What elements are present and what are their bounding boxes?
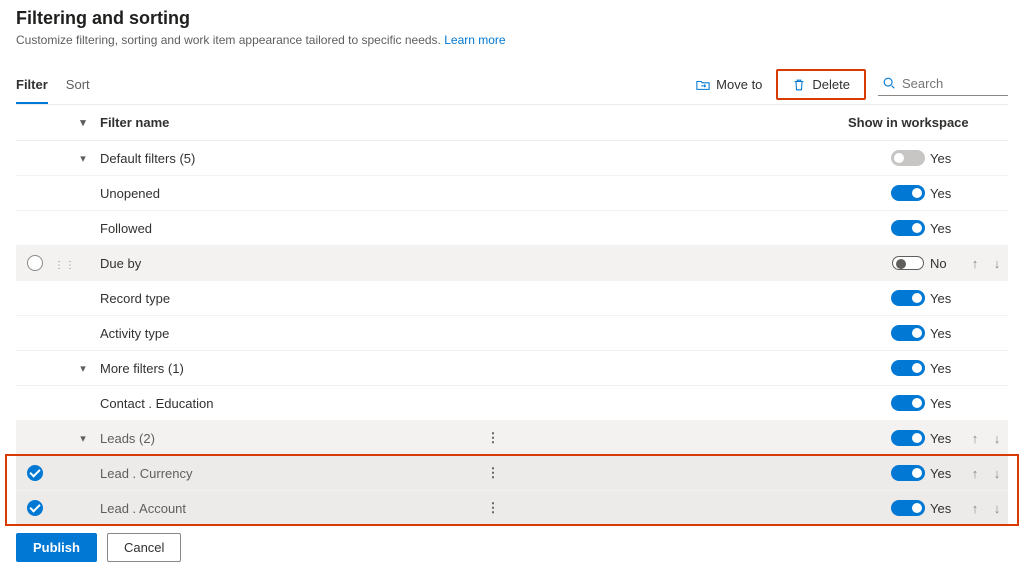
- col-filter-name[interactable]: Filter name: [96, 115, 460, 130]
- arrow-down-icon[interactable]: ↓: [994, 256, 1001, 271]
- delete-label: Delete: [812, 77, 850, 92]
- toggle-activity-type[interactable]: [891, 325, 925, 341]
- row-label: Lead . Currency: [100, 466, 193, 481]
- toggle-value: Yes: [930, 221, 964, 236]
- more-menu-icon[interactable]: ⋮: [487, 465, 500, 481]
- chevron-down-icon[interactable]: ▾: [80, 152, 86, 165]
- drag-handle-icon[interactable]: ⋮⋮: [54, 260, 76, 271]
- col-show-in-workspace[interactable]: Show in workspace: [848, 115, 1008, 130]
- row-unopened[interactable]: Unopened Yes: [16, 176, 1008, 211]
- row-label: Lead . Account: [100, 501, 186, 516]
- toggle-more-filters[interactable]: [891, 360, 925, 376]
- toggle-value: Yes: [930, 326, 964, 341]
- row-lead-account[interactable]: Lead . Account ⋮ Yes ↑ ↓: [16, 491, 1008, 526]
- toggle-value: Yes: [930, 396, 964, 411]
- cancel-button[interactable]: Cancel: [107, 533, 181, 562]
- row-followed[interactable]: Followed Yes: [16, 211, 1008, 246]
- row-default-filters[interactable]: ▾ Default filters (5) Yes: [16, 141, 1008, 176]
- footer-actions: Publish Cancel: [16, 533, 181, 562]
- delete-highlight-box: Delete: [776, 69, 866, 100]
- row-checkbox[interactable]: [27, 465, 43, 481]
- search-box[interactable]: [878, 74, 1008, 96]
- chevron-down-icon[interactable]: ▾: [80, 432, 86, 445]
- arrow-down-icon[interactable]: ↓: [994, 501, 1001, 516]
- row-leads[interactable]: ▾ Leads (2) ⋮ Yes ↑ ↓: [16, 421, 1008, 456]
- arrow-up-icon[interactable]: ↑: [972, 466, 979, 481]
- toggle-record-type[interactable]: [891, 290, 925, 306]
- arrow-up-icon[interactable]: ↑: [972, 431, 979, 446]
- toggle-lead-account[interactable]: [891, 500, 925, 516]
- toggle-unopened[interactable]: [891, 185, 925, 201]
- more-menu-icon[interactable]: ⋮: [487, 500, 500, 516]
- toggle-value: Yes: [930, 361, 964, 376]
- toggle-value: Yes: [930, 186, 964, 201]
- move-to-label: Move to: [716, 77, 762, 92]
- page-description: Customize filtering, sorting and work it…: [16, 33, 1008, 47]
- toggle-value: Yes: [930, 151, 964, 166]
- toggle-contact-education[interactable]: [891, 395, 925, 411]
- delete-button[interactable]: Delete: [784, 73, 858, 96]
- row-contact-education[interactable]: Contact . Education Yes: [16, 386, 1008, 421]
- trash-icon: [792, 78, 806, 92]
- toggle-value: Yes: [930, 501, 964, 516]
- chevron-down-icon[interactable]: ▾: [80, 116, 86, 129]
- arrow-up-icon[interactable]: ↑: [972, 256, 979, 271]
- row-lead-currency[interactable]: Lead . Currency ⋮ Yes ↑ ↓: [16, 456, 1008, 491]
- tab-sort[interactable]: Sort: [66, 71, 90, 104]
- page-desc-text: Customize filtering, sorting and work it…: [16, 33, 441, 47]
- row-due-by[interactable]: ⋮⋮ Due by No ↑ ↓: [16, 246, 1008, 281]
- row-checkbox[interactable]: [27, 500, 43, 516]
- toggle-due-by[interactable]: [892, 256, 924, 270]
- toggle-value: Yes: [930, 431, 964, 446]
- grid-header: ▾ Filter name Show in workspace: [16, 105, 1008, 141]
- toggle-value: Yes: [930, 291, 964, 306]
- folder-move-icon: [696, 78, 710, 92]
- row-label: Default filters (5): [100, 151, 195, 166]
- arrow-down-icon[interactable]: ↓: [994, 431, 1001, 446]
- row-label: Leads (2): [100, 431, 155, 446]
- page-title: Filtering and sorting: [16, 8, 1008, 29]
- toggle-followed[interactable]: [891, 220, 925, 236]
- row-label: Due by: [100, 256, 141, 271]
- row-label: More filters (1): [100, 361, 184, 376]
- toggle-value: Yes: [930, 466, 964, 481]
- row-label: Contact . Education: [100, 396, 213, 411]
- learn-more-link[interactable]: Learn more: [444, 33, 505, 47]
- search-icon: [882, 76, 896, 90]
- tab-filter[interactable]: Filter: [16, 71, 48, 104]
- row-label: Record type: [100, 291, 170, 306]
- arrow-down-icon[interactable]: ↓: [994, 466, 1001, 481]
- row-label: Followed: [100, 221, 152, 236]
- toggle-lead-currency[interactable]: [891, 465, 925, 481]
- row-record-type[interactable]: Record type Yes: [16, 281, 1008, 316]
- chevron-down-icon[interactable]: ▾: [80, 362, 86, 375]
- toggle-value: No: [930, 256, 964, 271]
- row-checkbox[interactable]: [27, 255, 43, 271]
- row-more-filters[interactable]: ▾ More filters (1) Yes: [16, 351, 1008, 386]
- publish-button[interactable]: Publish: [16, 533, 97, 562]
- more-menu-icon[interactable]: ⋮: [487, 430, 500, 446]
- tabs: Filter Sort: [16, 71, 90, 104]
- search-input[interactable]: [902, 76, 1004, 91]
- row-label: Activity type: [100, 326, 169, 341]
- row-activity-type[interactable]: Activity type Yes: [16, 316, 1008, 351]
- toggle-default-filters: [891, 150, 925, 166]
- arrow-up-icon[interactable]: ↑: [972, 501, 979, 516]
- move-to-button[interactable]: Move to: [688, 73, 770, 96]
- row-label: Unopened: [100, 186, 160, 201]
- toggle-leads[interactable]: [891, 430, 925, 446]
